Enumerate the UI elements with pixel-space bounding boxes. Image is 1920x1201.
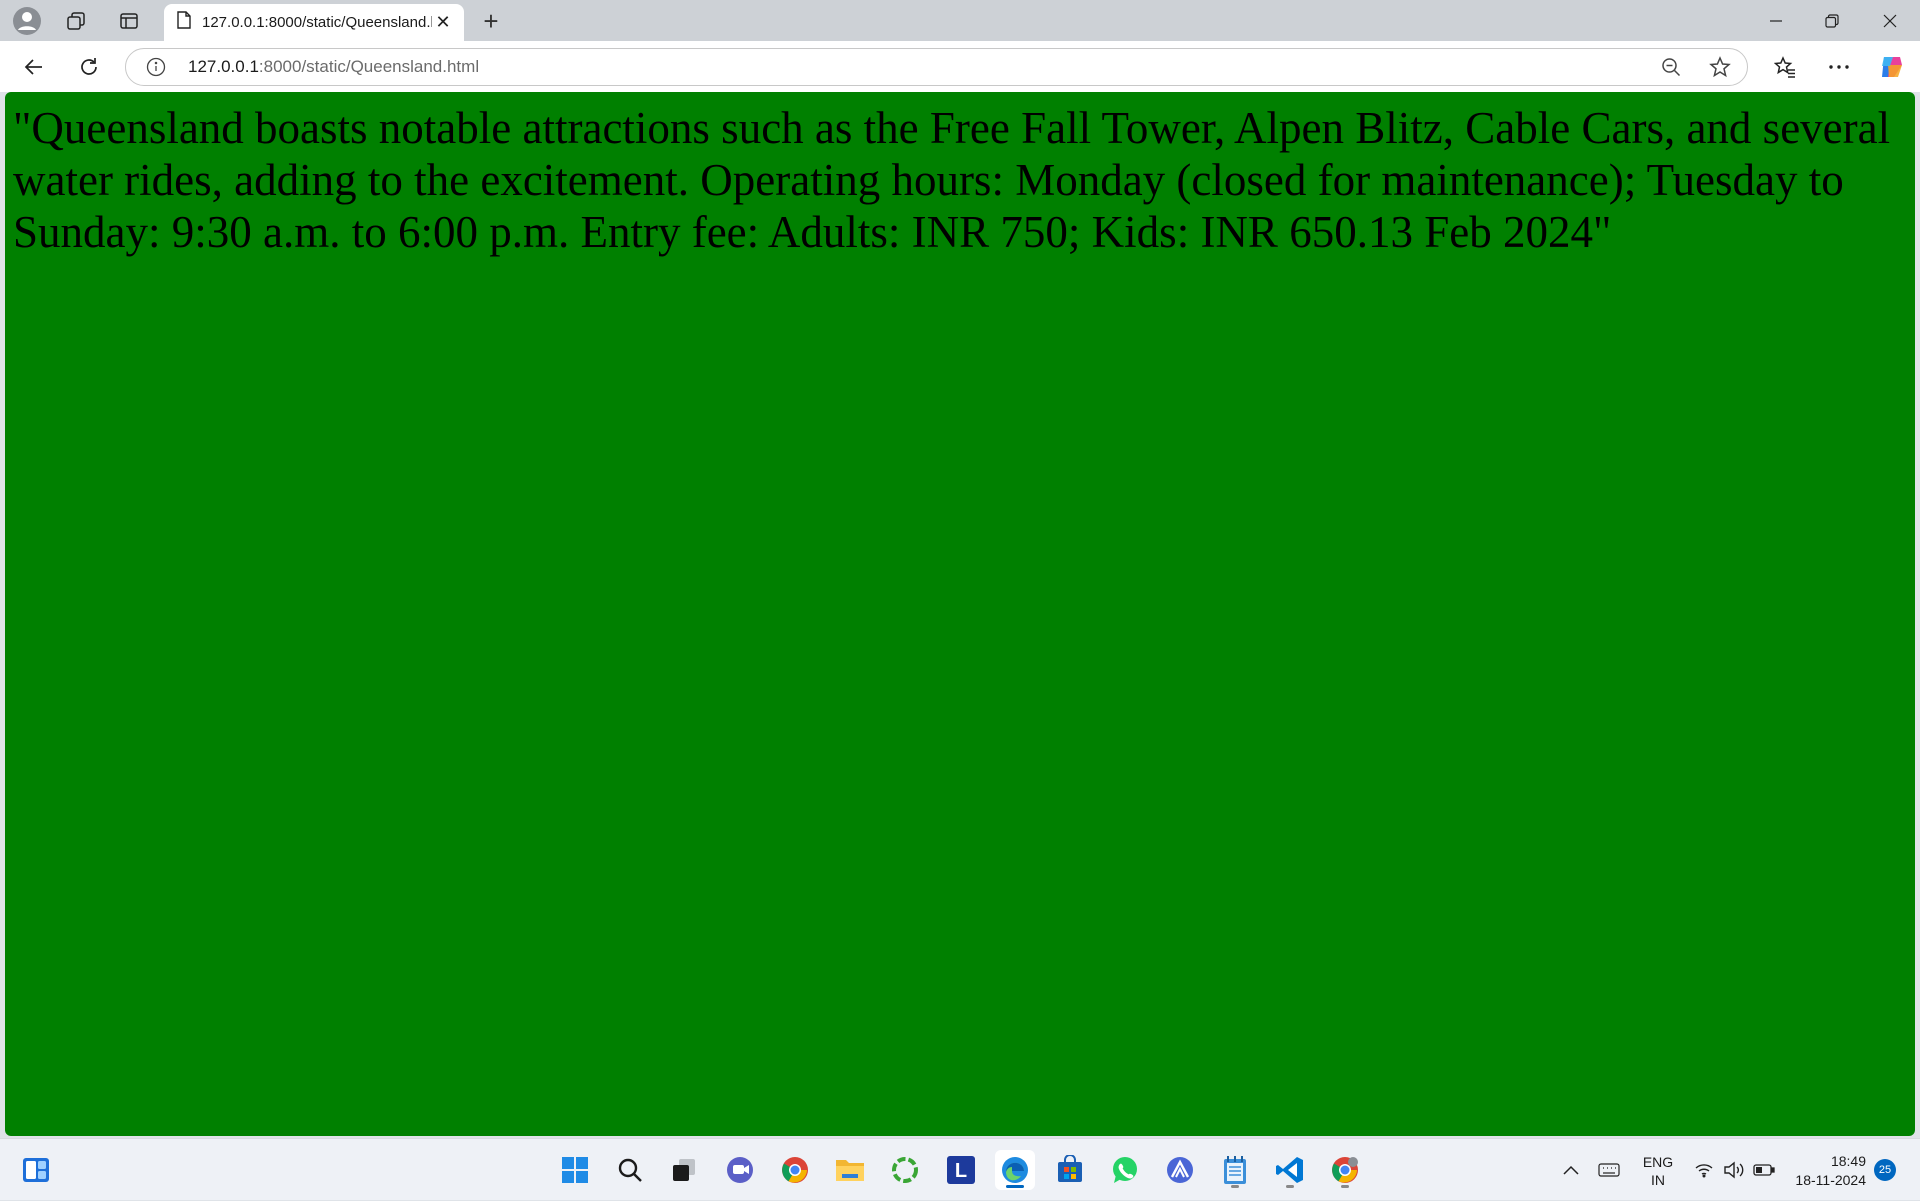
tab-queensland[interactable]: 127.0.0.1:8000/static/Queensland.html ✕	[164, 4, 464, 41]
taskbar: L ENG IN 18:49 18-11-2024 25	[0, 1138, 1920, 1200]
workspaces-icon[interactable]	[59, 5, 93, 37]
clock-date: 18-11-2024	[1795, 1172, 1866, 1188]
wifi-icon[interactable]	[1694, 1139, 1714, 1201]
vertical-tabs-icon[interactable]	[112, 5, 146, 37]
profile-icon[interactable]	[10, 5, 44, 37]
close-tab-icon[interactable]: ✕	[432, 12, 454, 34]
copilot-icon[interactable]	[1874, 49, 1910, 85]
notepad-icon[interactable]	[1215, 1150, 1255, 1190]
page-viewport: "Queensland boasts notable attractions s…	[5, 92, 1915, 1136]
new-tab-icon[interactable]: +	[474, 5, 508, 37]
show-hidden-icons[interactable]	[1562, 1139, 1580, 1201]
url-host: 127.0.0.1	[188, 57, 259, 76]
running-indicator	[1231, 1185, 1239, 1188]
zoom-out-icon[interactable]	[1661, 57, 1681, 82]
file-explorer-icon[interactable]	[830, 1150, 870, 1190]
favorite-star-icon[interactable]	[1709, 56, 1731, 83]
search-icon[interactable]	[610, 1150, 650, 1190]
language-code: ENG	[1642, 1154, 1674, 1170]
clock-time: 18:49	[1830, 1153, 1866, 1169]
favorites-icon[interactable]	[1767, 49, 1803, 85]
widgets-icon[interactable]	[16, 1150, 56, 1190]
close-window-icon[interactable]	[1862, 0, 1918, 41]
site-info-icon[interactable]	[145, 56, 167, 78]
ccleaner-icon[interactable]	[885, 1150, 925, 1190]
edge-icon[interactable]	[995, 1150, 1035, 1190]
tab-strip: 127.0.0.1:8000/static/Queensland.html ✕ …	[0, 0, 1920, 41]
region-code: IN	[1651, 1172, 1665, 1188]
vscode-icon[interactable]	[1270, 1150, 1310, 1190]
minimize-icon[interactable]	[1748, 0, 1804, 41]
whatsapp-icon[interactable]	[1105, 1150, 1145, 1190]
refresh-icon[interactable]	[71, 49, 107, 85]
url-path: :8000/static/Queensland.html	[258, 57, 480, 76]
store-icon[interactable]	[1050, 1150, 1090, 1190]
teams-icon[interactable]	[720, 1150, 760, 1190]
battery-icon[interactable]	[1753, 1139, 1775, 1201]
browser-toolbar: 127.0.0.1:8000/static/Queensland.html	[0, 41, 1920, 92]
task-view-icon[interactable]	[664, 1150, 704, 1190]
clock[interactable]: 18:49 18-11-2024	[1786, 1152, 1866, 1190]
volume-icon[interactable]	[1723, 1139, 1745, 1201]
language-indicator[interactable]: ENG IN	[1630, 1153, 1686, 1189]
chrome-profile-icon[interactable]	[1325, 1150, 1365, 1190]
running-indicator	[1286, 1185, 1294, 1188]
svg-text:L: L	[955, 1160, 967, 1182]
more-options-icon[interactable]	[1821, 49, 1857, 85]
url-text: 127.0.0.1:8000/static/Queensland.html	[188, 57, 479, 77]
address-bar[interactable]: 127.0.0.1:8000/static/Queensland.html	[125, 48, 1748, 86]
tab-title: 127.0.0.1:8000/static/Queensland.html	[202, 14, 432, 31]
page-icon	[176, 11, 192, 34]
l-app-icon[interactable]: L	[941, 1150, 981, 1190]
vpn-icon[interactable]	[1160, 1150, 1200, 1190]
attraction-text: "Queensland boasts notable attractions s…	[13, 103, 1891, 257]
restore-icon[interactable]	[1804, 0, 1860, 41]
keyboard-icon[interactable]	[1598, 1139, 1620, 1201]
active-indicator	[1006, 1185, 1024, 1188]
running-indicator	[1341, 1185, 1349, 1188]
start-icon[interactable]	[555, 1150, 595, 1190]
page-body: "Queensland boasts notable attractions s…	[5, 92, 1915, 1136]
chrome-icon[interactable]	[775, 1150, 815, 1190]
back-icon[interactable]	[16, 49, 52, 85]
notification-badge[interactable]: 25	[1874, 1159, 1896, 1181]
